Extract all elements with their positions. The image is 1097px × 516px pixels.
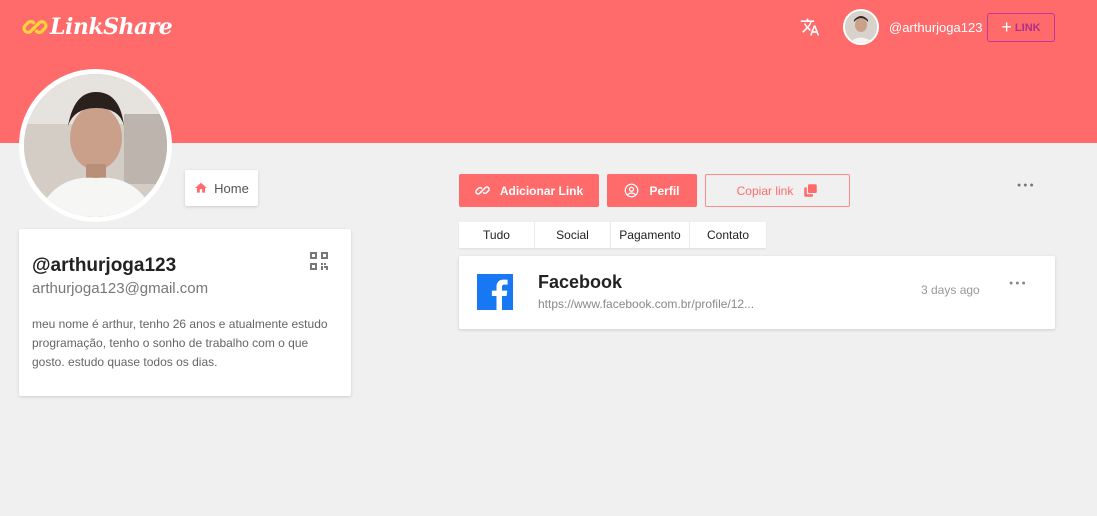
user-circle-icon: [625, 183, 639, 198]
profile-label: Perfil: [649, 183, 680, 198]
profile-username: @arthurjoga123: [32, 255, 177, 276]
link-url[interactable]: https://www.facebook.com.br/profile/12..…: [538, 297, 754, 311]
link-title: Facebook: [538, 272, 623, 292]
facebook-icon: [477, 274, 513, 310]
home-label: Home: [214, 180, 249, 196]
avatar-photo-icon: [845, 11, 877, 43]
profile-avatar[interactable]: [19, 69, 172, 222]
chain-link-icon: [22, 20, 48, 34]
qr-code-icon[interactable]: [309, 251, 329, 271]
tab-social[interactable]: Social: [535, 222, 611, 248]
user-avatar-small[interactable]: [843, 9, 879, 45]
link-timestamp: 3 days ago: [921, 283, 980, 297]
home-button[interactable]: Home: [185, 170, 258, 206]
header-username[interactable]: @arthurjoga123: [889, 20, 982, 35]
logo-text: LinkShare: [50, 14, 173, 40]
link-icon: [475, 186, 490, 195]
translate-icon[interactable]: [800, 17, 820, 37]
copy-icon: [804, 184, 818, 197]
profile-button[interactable]: Perfil: [607, 174, 697, 207]
plus-icon: +: [1001, 16, 1012, 37]
profile-card: @arthurjoga123 arthurjoga123@gmail.com m…: [19, 229, 351, 396]
home-icon: [195, 182, 207, 193]
profile-bio: meu nome é arthur, tenho 26 anos e atual…: [32, 317, 328, 369]
tab-pagamento[interactable]: Pagamento: [611, 222, 690, 248]
add-link-header-label: LINK: [1014, 21, 1041, 34]
more-options-icon[interactable]: ●●●: [1017, 182, 1036, 189]
link-card[interactable]: Facebook https://www.facebook.com.br/pro…: [459, 256, 1055, 329]
tab-contato[interactable]: Contato: [690, 222, 766, 248]
link-more-options-icon[interactable]: ●●●: [1009, 280, 1028, 287]
copy-link-label: Copiar link: [736, 183, 794, 198]
profile-email: arthurjoga123@gmail.com: [32, 280, 209, 297]
logo[interactable]: LinkShare: [22, 14, 173, 40]
add-link-button[interactable]: Adicionar Link: [459, 174, 599, 207]
tab-tudo[interactable]: Tudo: [459, 222, 535, 248]
add-link-header-button[interactable]: + LINK: [987, 13, 1055, 42]
add-link-label: Adicionar Link: [499, 183, 584, 198]
filter-tabs: Tudo Social Pagamento Contato: [459, 222, 766, 248]
profile-photo-icon: [24, 74, 167, 217]
copy-link-button[interactable]: Copiar link: [705, 174, 850, 207]
